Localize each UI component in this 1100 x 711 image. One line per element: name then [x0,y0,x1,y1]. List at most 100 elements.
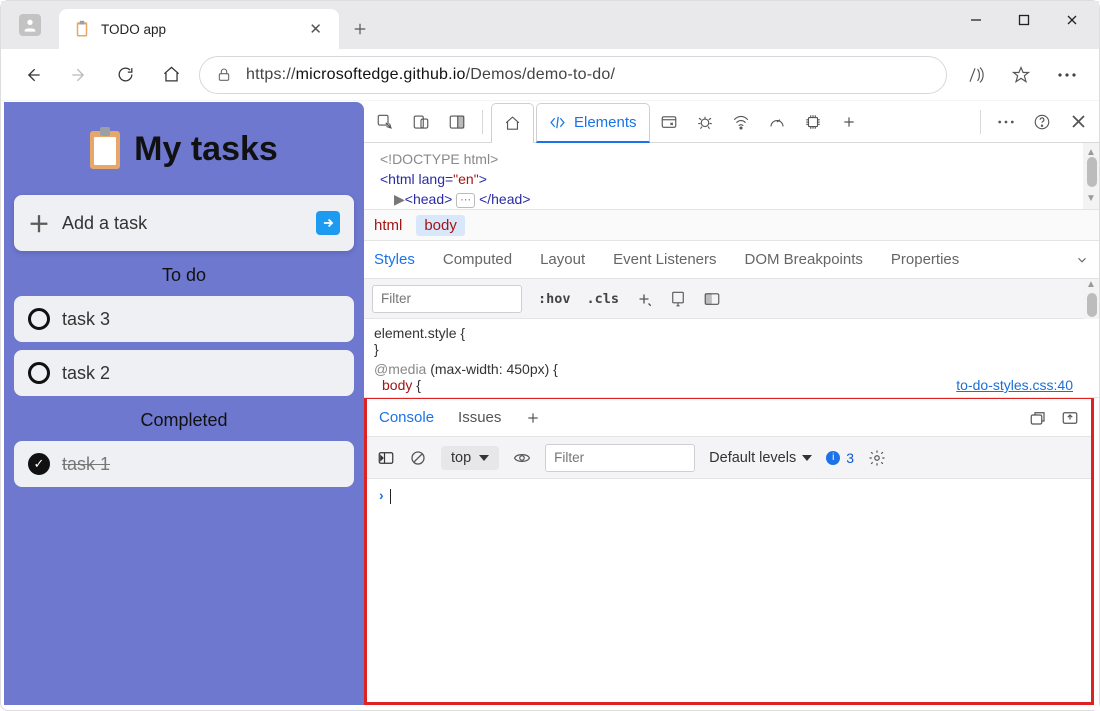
issues-counter[interactable]: i3 [826,450,854,466]
flexbox-overlay-icon[interactable] [669,290,687,308]
task-item[interactable]: task 3 [14,296,354,342]
browser-tab-active[interactable]: TODO app ✕ [59,9,339,49]
add-task-label: Add a task [62,213,147,234]
task-item[interactable]: task 2 [14,350,354,396]
clear-console-icon[interactable] [409,449,427,467]
drawer-expand-icon[interactable] [1029,409,1047,427]
nav-back-button[interactable] [15,57,51,93]
window-minimize-button[interactable] [953,3,999,37]
favorite-star-icon[interactable] [1003,57,1039,93]
devtools-panel: Elements <!DOCTYPE html> <html lang="en"… [364,101,1099,710]
subtab-layout[interactable]: Layout [540,251,585,268]
cls-toggle[interactable]: .cls [587,291,620,307]
add-task-input[interactable]: ＋ Add a task [14,195,354,251]
url-text: https://microsoftedge.github.io/Demos/de… [246,66,615,84]
console-sidebar-toggle-icon[interactable] [377,449,395,467]
drawer-tab-issues[interactable]: Issues [458,409,501,426]
subtab-dom-breakpoints[interactable]: DOM Breakpoints [745,251,863,268]
todo-app-pane: My tasks ＋ Add a task To do task 3 task … [4,102,364,705]
task-label: task 3 [62,309,110,330]
styles-subtabs: Styles Computed Layout Event Listeners D… [364,241,1099,279]
dom-tree[interactable]: <!DOCTYPE html> <html lang="en"> ▶<head>… [364,143,1099,209]
toggle-computed-icon[interactable] [703,290,721,308]
styles-rules[interactable]: element.style { } @media (max-width: 450… [364,319,1099,398]
nav-reload-button[interactable] [107,57,143,93]
inspect-element-icon[interactable] [368,105,402,139]
sources-bug-icon[interactable] [688,105,722,139]
task-label: task 2 [62,363,110,384]
task-checkbox-icon[interactable] [28,308,50,330]
drawer-dock-icon[interactable] [1061,409,1079,427]
devtools-elements-tab[interactable]: Elements [536,103,650,143]
task-item-completed[interactable]: task 1 [14,441,354,487]
drawer-add-tab-icon[interactable] [525,410,541,426]
devtools-home-tab[interactable] [491,103,534,143]
breadcrumb-item[interactable]: html [374,217,402,234]
drawer-tabs: Console Issues [367,399,1091,437]
console-toolbar: top Default levels i3 [367,437,1091,479]
dom-doctype: <!DOCTYPE html> [380,149,1089,169]
application-icon[interactable] [652,105,686,139]
styles-toolbar: :hov .cls ▲ [364,279,1099,319]
console-prompt-icon: › [379,487,384,503]
address-bar[interactable]: https://microsoftedge.github.io/Demos/de… [199,56,947,94]
browser-menu-button[interactable] [1049,57,1085,93]
task-checkbox-icon[interactable] [28,362,50,384]
plus-icon: ＋ [28,207,50,239]
window-controls [953,3,1095,37]
nav-forward-button [61,57,97,93]
clipboard-icon [90,131,120,169]
profile-avatar[interactable] [19,14,41,36]
breadcrumb-item-selected[interactable]: body [416,215,465,236]
submit-arrow-icon[interactable] [316,211,340,235]
subtab-styles[interactable]: Styles [374,251,415,268]
log-levels-selector[interactable]: Default levels [709,450,812,466]
new-style-rule-icon[interactable] [635,290,653,308]
dom-head[interactable]: ▶<head> ⋯ </head> [380,189,1089,209]
context-selector[interactable]: top [441,446,499,470]
console-settings-gear-icon[interactable] [868,449,886,467]
help-icon[interactable] [1025,105,1059,139]
dom-scrollbar[interactable]: ▲ ▼ [1083,143,1099,209]
section-title-completed: Completed [14,410,354,431]
devtools-menu-icon[interactable] [989,105,1023,139]
performance-icon[interactable] [760,105,794,139]
new-tab-button[interactable] [343,12,377,46]
subtabs-expand-icon[interactable] [1075,253,1089,267]
tab-favicon-clipboard-icon [73,20,91,38]
devtools-close-icon[interactable] [1061,105,1095,139]
subtab-computed[interactable]: Computed [443,251,512,268]
browser-titlebar: TODO app ✕ [1,1,1099,49]
dom-html-open: <html lang="en"> [380,169,1089,189]
window-close-button[interactable] [1049,3,1095,37]
tab-close-icon[interactable]: ✕ [306,17,325,41]
task-label: task 1 [62,454,110,475]
site-lock-icon[interactable] [216,67,232,83]
window-maximize-button[interactable] [1001,3,1047,37]
console-filter-input[interactable] [545,444,695,472]
drawer-tab-console[interactable]: Console [379,409,434,426]
dom-breadcrumb[interactable]: html body [364,209,1099,241]
tab-title: TODO app [101,22,166,37]
styles-filter-input[interactable] [372,285,522,313]
device-toggle-icon[interactable] [404,105,438,139]
network-icon[interactable] [724,105,758,139]
more-tabs-plus-icon[interactable] [832,105,866,139]
devtools-toolbar: Elements [364,101,1099,143]
subtab-properties[interactable]: Properties [891,251,959,268]
browser-navbar: https://microsoftedge.github.io/Demos/de… [1,49,1099,101]
subtab-event-listeners[interactable]: Event Listeners [613,251,716,268]
hov-toggle[interactable]: :hov [538,291,571,307]
console-output[interactable]: › [367,479,1091,702]
console-cursor [390,489,391,504]
stylesheet-link[interactable]: to-do-styles.css:40 [956,377,1073,393]
console-drawer: Console Issues top Default levels i3 [364,396,1094,705]
dock-side-icon[interactable] [440,105,474,139]
task-checkbox-checked-icon[interactable] [28,453,50,475]
read-aloud-icon[interactable] [957,57,993,93]
app-title: My tasks [14,130,354,169]
section-title-todo: To do [14,265,354,286]
nav-home-button[interactable] [153,57,189,93]
live-expression-icon[interactable] [513,449,531,467]
memory-icon[interactable] [796,105,830,139]
